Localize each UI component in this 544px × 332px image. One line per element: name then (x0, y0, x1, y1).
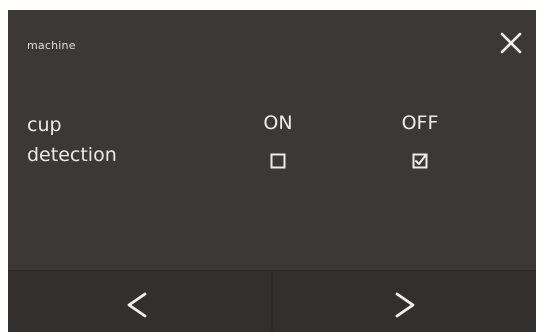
chevron-left-icon (127, 292, 147, 318)
option-on-label: ON (263, 112, 293, 134)
checked-box-icon (412, 153, 428, 169)
previous-button[interactable] (8, 271, 271, 332)
close-icon (500, 32, 522, 54)
option-off-label: OFF (401, 112, 439, 134)
screen-title: machine (27, 39, 76, 52)
unchecked-box-icon (270, 153, 286, 169)
close-button[interactable] (494, 26, 528, 60)
setting-label: cup detection (27, 110, 117, 170)
off-checkbox[interactable] (412, 153, 428, 169)
next-button[interactable] (273, 271, 536, 332)
navigation-bar (8, 270, 536, 332)
chevron-right-icon (395, 292, 415, 318)
setting-label-line1: cup (27, 114, 62, 136)
machine-settings-screen: machine cup detection ON OFF (8, 10, 536, 332)
on-checkbox[interactable] (270, 153, 286, 169)
setting-label-line2: detection (27, 144, 117, 166)
